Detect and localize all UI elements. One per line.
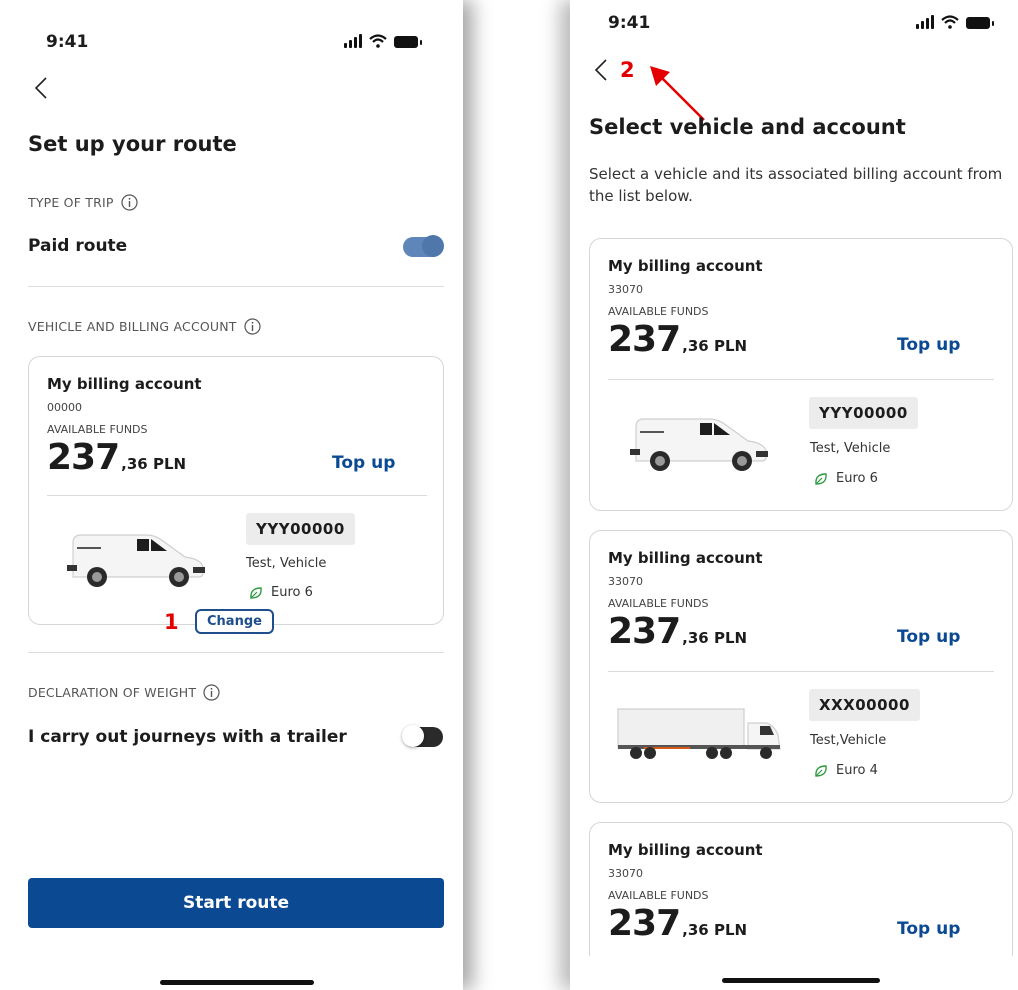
chevron-left-icon[interactable] (588, 56, 616, 84)
funds-label: AVAILABLE FUNDS (47, 423, 148, 436)
signal-icon (344, 34, 362, 48)
trailer-toggle[interactable] (402, 725, 443, 747)
paid-route-toggle[interactable] (403, 235, 444, 257)
status-icons (916, 15, 994, 29)
vehicle-name: Test, Vehicle (246, 556, 327, 571)
select-vehicle-screen: 9:41 2 Select vehicle and account Select… (570, 0, 1018, 990)
paid-route-label: Paid route (28, 236, 128, 256)
wifi-icon (941, 15, 959, 29)
start-route-button[interactable]: Start route (28, 878, 444, 928)
card-clip: My billing account 33070 AVAILABLE FUNDS… (589, 822, 1013, 956)
wifi-icon (369, 34, 387, 48)
van-icon (67, 534, 205, 587)
status-time: 9:41 (46, 32, 89, 52)
card-divider (608, 671, 994, 672)
truck-icon (617, 708, 781, 759)
leaf-icon (815, 472, 827, 485)
account-name: My billing account (608, 841, 763, 859)
chevron-left-icon[interactable] (28, 74, 56, 102)
van-icon (630, 418, 768, 471)
page-description: Select a vehicle and its associated bill… (589, 165, 1003, 205)
top-up-link[interactable]: Top up (897, 627, 960, 647)
annotation-2: 2 (620, 58, 635, 82)
license-plate: YYY00000 (246, 513, 355, 545)
signal-icon (916, 15, 934, 29)
battery-icon (966, 17, 994, 29)
info-icon[interactable] (244, 318, 261, 335)
account-number: 33070 (608, 867, 643, 880)
account-name: My billing account (608, 257, 763, 275)
status-icons (344, 34, 422, 48)
account-number: 00000 (47, 401, 82, 414)
leaf-icon (250, 586, 262, 599)
vehicle-section-label: VEHICLE AND BILLING ACCOUNT (28, 318, 261, 335)
account-name: My billing account (47, 375, 202, 393)
card-divider (47, 495, 427, 496)
account-card[interactable]: My billing account 33070 AVAILABLE FUNDS… (589, 822, 1013, 956)
account-name: My billing account (608, 549, 763, 567)
trailer-label: I carry out journeys with a trailer (28, 727, 347, 747)
leaf-icon (815, 764, 827, 777)
info-icon[interactable] (203, 684, 220, 701)
account-card[interactable]: My billing account 33070 AVAILABLE FUNDS… (589, 530, 1013, 803)
weight-section-label: DECLARATION OF WEIGHT (28, 684, 220, 701)
divider (28, 652, 444, 653)
screen-gap (463, 0, 570, 990)
annotation-1: 1 (164, 610, 179, 634)
battery-icon (394, 36, 422, 48)
top-up-link[interactable]: Top up (332, 453, 395, 473)
home-indicator (160, 980, 314, 985)
account-card[interactable]: My billing account 33070 AVAILABLE FUNDS… (589, 238, 1013, 511)
emission-class: Euro 6 (814, 471, 878, 486)
funds-label: AVAILABLE FUNDS (608, 889, 709, 902)
card-divider (608, 379, 994, 380)
home-indicator (722, 978, 880, 983)
account-number: 33070 (608, 283, 643, 296)
status-time: 9:41 (608, 13, 651, 33)
available-funds: 237 ,36 PLN (47, 437, 187, 478)
license-plate: YYY00000 (809, 397, 918, 429)
account-number: 33070 (608, 575, 643, 588)
funds-label: AVAILABLE FUNDS (608, 305, 709, 318)
license-plate: XXX00000 (809, 689, 920, 721)
emission-class: Euro 4 (814, 763, 878, 778)
top-up-link[interactable]: Top up (897, 335, 960, 355)
available-funds: 237 ,36 PLN (608, 319, 748, 360)
top-up-link[interactable]: Top up (897, 919, 960, 939)
billing-account-card: My billing account 00000 AVAILABLE FUNDS… (28, 356, 444, 625)
page-title: Set up your route (28, 132, 237, 156)
emission-class: Euro 6 (249, 585, 313, 600)
vehicle-name: Test,Vehicle (810, 733, 887, 748)
divider (28, 286, 444, 287)
trip-type-label: TYPE OF TRIP (28, 194, 138, 211)
available-funds: 237 ,36 PLN (608, 611, 748, 652)
vehicle-name: Test, Vehicle (810, 441, 891, 456)
page-title: Select vehicle and account (589, 115, 906, 139)
info-icon[interactable] (121, 194, 138, 211)
available-funds: 237 ,36 PLN (608, 903, 748, 944)
change-button[interactable]: Change (195, 609, 274, 634)
funds-label: AVAILABLE FUNDS (608, 597, 709, 610)
setup-route-screen: 9:41 Set up your route TYPE OF TRIP Paid… (0, 0, 463, 990)
